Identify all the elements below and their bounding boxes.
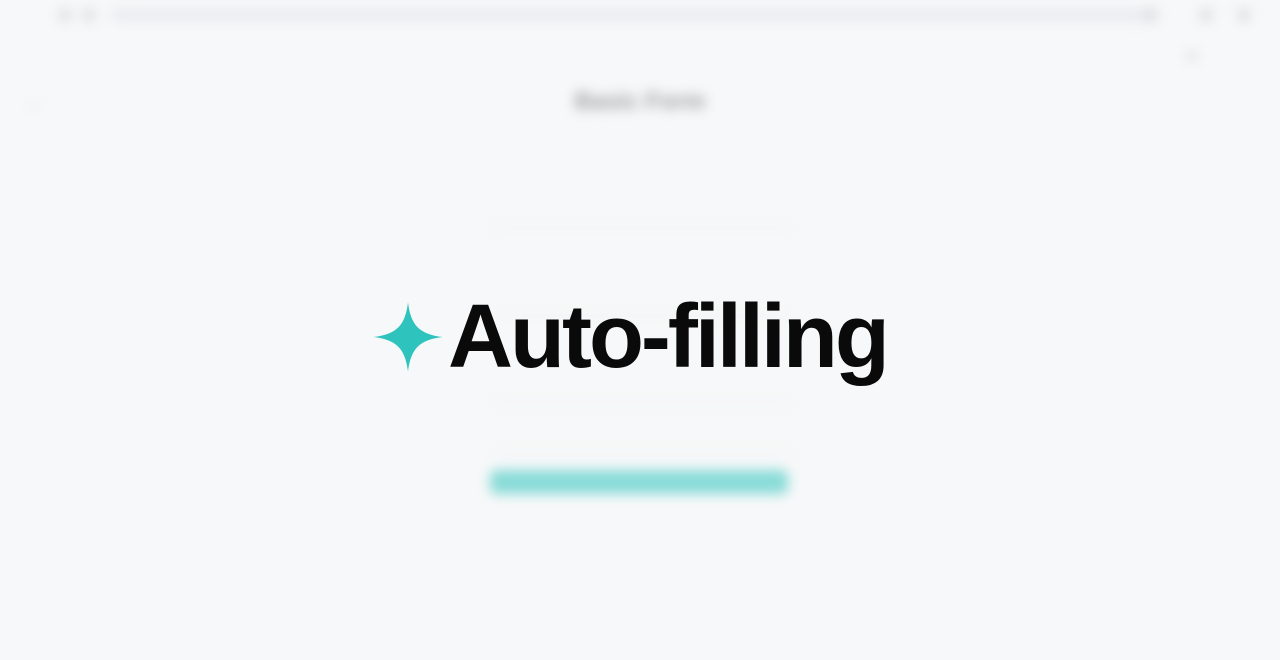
autofill-label: Auto-filling xyxy=(448,287,890,387)
screen: ← Basic Form Auto-filling xyxy=(0,0,1280,660)
sparkle-icon xyxy=(373,302,443,372)
autofill-banner: Auto-filling xyxy=(372,282,890,392)
autofill-overlay: Auto-filling xyxy=(0,0,1280,660)
